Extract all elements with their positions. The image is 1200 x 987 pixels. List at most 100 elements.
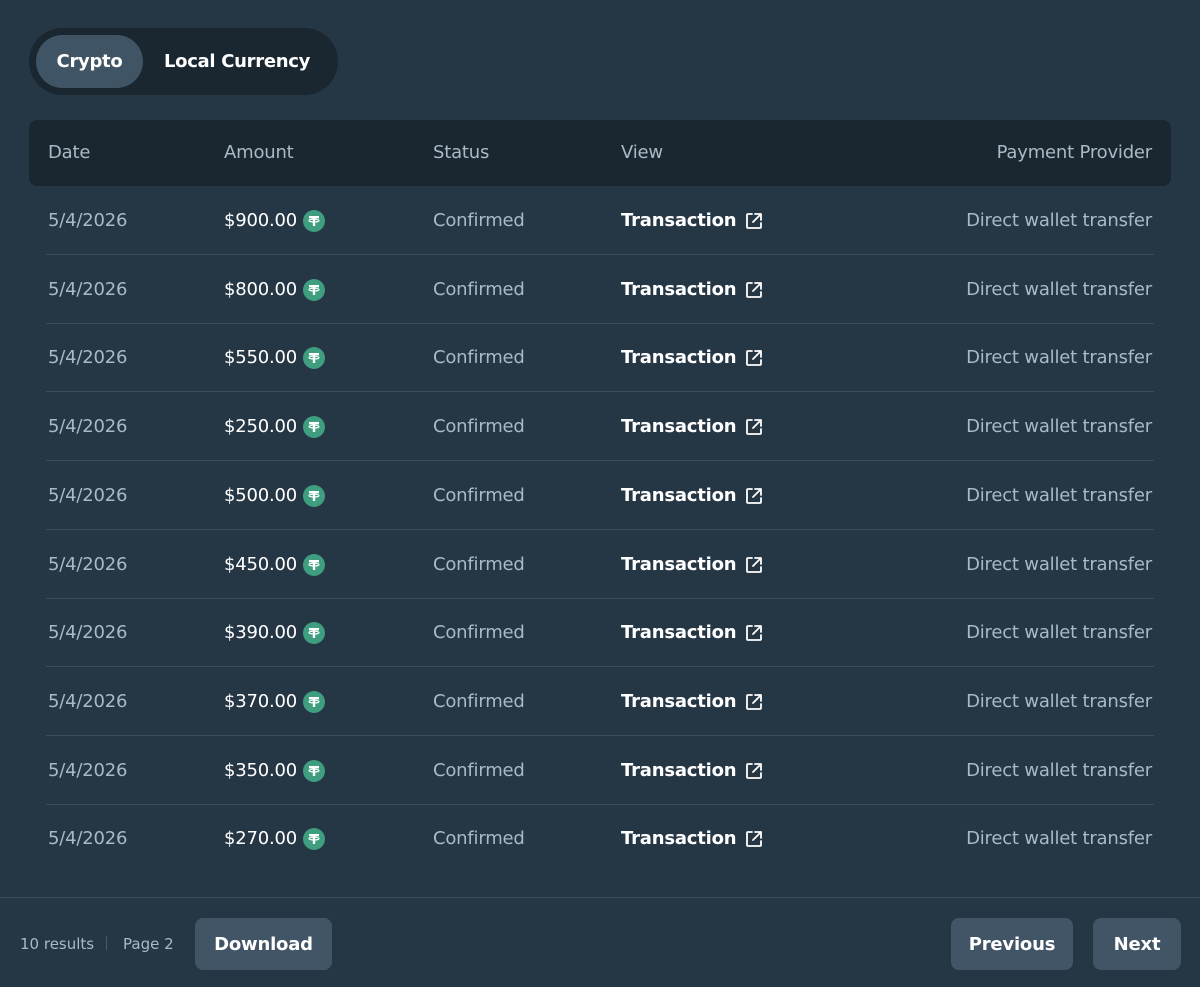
date-cell: 5/4/2026 (48, 622, 128, 644)
transaction-link[interactable]: Transaction (621, 462, 764, 530)
table-row: 5/4/2026 $390.00 Confirmed Transaction Direc… (0, 599, 1200, 668)
amount-cell: $900.00 (224, 187, 326, 255)
transaction-link[interactable]: Transaction (621, 393, 764, 461)
payment-provider-cell: Direct wallet transfer (966, 347, 1152, 369)
amount-value: $270.00 (224, 828, 298, 850)
table-row: 5/4/2026 $450.00 Confirmed Transaction Direc… (0, 531, 1200, 599)
status-cell: Confirmed (433, 416, 525, 438)
table-header: Date Amount Status View Payment Provider (29, 120, 1171, 186)
transaction-link-label: Transaction (621, 278, 737, 300)
local-currency-tab[interactable]: Local Currency (143, 35, 331, 88)
external-link-icon (744, 761, 764, 781)
external-link-icon (744, 623, 764, 643)
amount-cell: $250.00 (224, 393, 326, 461)
crypto-tab[interactable]: Crypto (36, 35, 143, 88)
amount-cell: $270.00 (224, 805, 326, 873)
table-row: 5/4/2026 $370.00 Confirmed Transaction Direc… (0, 668, 1200, 736)
column-header-date: Date (48, 142, 91, 163)
next-button[interactable]: Next (1093, 918, 1181, 970)
payment-provider-cell: Direct wallet transfer (966, 484, 1152, 506)
amount-value: $450.00 (224, 553, 298, 575)
table-row: 5/4/2026 $900.00 Confirmed Transaction Direc… (0, 187, 1200, 255)
footer-separator (106, 936, 107, 950)
external-link-icon (744, 211, 764, 231)
results-count: 10 results (20, 935, 95, 953)
table-row: 5/4/2026 $270.00 Confirmed Transaction Direc… (0, 805, 1200, 873)
transaction-link-label: Transaction (621, 690, 737, 712)
tether-icon (303, 278, 326, 301)
payment-provider-cell: Direct wallet transfer (966, 416, 1152, 438)
amount-value: $550.00 (224, 347, 298, 369)
date-cell: 5/4/2026 (48, 347, 128, 369)
transaction-link[interactable]: Transaction (621, 599, 764, 667)
date-cell: 5/4/2026 (48, 828, 128, 850)
amount-value: $900.00 (224, 210, 298, 231)
date-cell: 5/4/2026 (48, 416, 128, 438)
footer-divider (0, 897, 1200, 898)
date-cell: 5/4/2026 (48, 553, 128, 575)
status-cell: Confirmed (433, 690, 525, 712)
payment-provider-cell: Direct wallet transfer (966, 278, 1152, 300)
column-header-view: View (621, 142, 663, 163)
payment-provider-cell: Direct wallet transfer (966, 759, 1152, 781)
external-link-icon (744, 348, 764, 368)
tether-icon (303, 759, 326, 782)
amount-cell: $800.00 (224, 256, 326, 324)
download-button[interactable]: Download (195, 918, 332, 970)
payment-provider-cell: Direct wallet transfer (966, 828, 1152, 850)
transaction-link-label: Transaction (621, 416, 737, 438)
table-row: 5/4/2026 $500.00 Confirmed Transaction Direc… (0, 462, 1200, 530)
date-cell: 5/4/2026 (48, 210, 128, 231)
tether-icon (303, 828, 326, 851)
column-header-amount: Amount (224, 142, 294, 163)
amount-value: $370.00 (224, 690, 298, 712)
external-link-icon (744, 555, 764, 575)
amount-value: $800.00 (224, 278, 298, 300)
amount-cell: $350.00 (224, 737, 326, 805)
payment-provider-cell: Direct wallet transfer (966, 690, 1152, 712)
tether-icon (303, 553, 326, 576)
status-cell: Confirmed (433, 828, 525, 850)
table-row: 5/4/2026 $800.00 Confirmed Transaction Direc… (0, 256, 1200, 324)
transaction-link[interactable]: Transaction (621, 256, 764, 324)
amount-value: $250.00 (224, 416, 298, 438)
transaction-link[interactable]: Transaction (621, 668, 764, 736)
amount-cell: $370.00 (224, 668, 326, 736)
amount-cell: $390.00 (224, 599, 326, 667)
status-cell: Confirmed (433, 210, 525, 231)
column-header-payment-provider: Payment Provider (996, 142, 1153, 163)
tether-icon (303, 690, 326, 713)
status-cell: Confirmed (433, 484, 525, 506)
transaction-link-label: Transaction (621, 347, 737, 369)
transaction-link-label: Transaction (621, 484, 737, 506)
transaction-link-label: Transaction (621, 828, 737, 850)
date-cell: 5/4/2026 (48, 690, 128, 712)
tether-icon (303, 622, 326, 645)
amount-value: $390.00 (224, 622, 298, 644)
payment-provider-cell: Direct wallet transfer (966, 622, 1152, 644)
amount-cell: $450.00 (224, 531, 326, 599)
previous-button[interactable]: Previous (951, 918, 1073, 970)
transaction-link[interactable]: Transaction (621, 187, 764, 255)
transaction-link[interactable]: Transaction (621, 531, 764, 599)
table-row: 5/4/2026 $550.00 Confirmed Transaction Direc… (0, 324, 1200, 393)
external-link-icon (744, 829, 764, 849)
transaction-link-label: Transaction (621, 622, 737, 644)
status-cell: Confirmed (433, 347, 525, 369)
transaction-link[interactable]: Transaction (621, 805, 764, 873)
external-link-icon (744, 280, 764, 300)
tether-icon (303, 347, 326, 370)
table-row: 5/4/2026 $350.00 Confirmed Transaction Direc… (0, 737, 1200, 805)
transaction-link[interactable]: Transaction (621, 324, 764, 392)
status-cell: Confirmed (433, 278, 525, 300)
amount-value: $500.00 (224, 484, 298, 506)
external-link-icon (744, 417, 764, 437)
transaction-link-label: Transaction (621, 210, 737, 231)
transaction-link-label: Transaction (621, 759, 737, 781)
transaction-link[interactable]: Transaction (621, 737, 764, 805)
date-cell: 5/4/2026 (48, 278, 128, 300)
transaction-link-label: Transaction (621, 553, 737, 575)
column-header-status: Status (433, 142, 490, 163)
external-link-icon (744, 692, 764, 712)
currency-toggle: Crypto Local Currency (29, 28, 338, 95)
